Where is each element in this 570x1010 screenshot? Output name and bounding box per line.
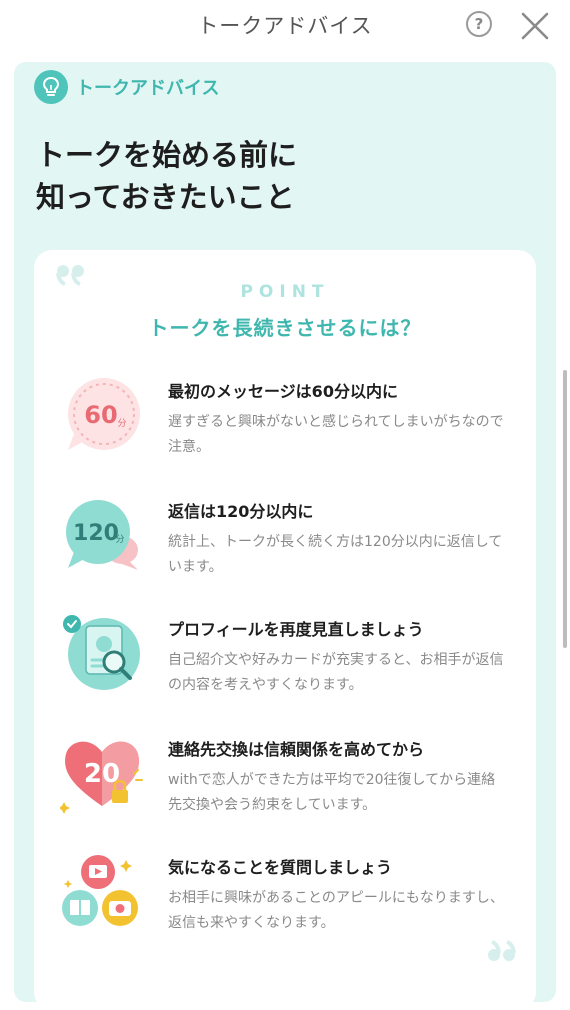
tip-desc: 遅すぎると興味がないと感じられてしまいがちなので注意。 bbox=[168, 414, 504, 455]
chat-bubble-icon: 120 分 bbox=[66, 500, 138, 570]
tip-title: 返信は120分以内に bbox=[168, 502, 314, 521]
close-icon[interactable] bbox=[519, 10, 551, 42]
tips-card: POINT トークを長続きさせるには？ 60 分 最初のメッセージは60分以内に… bbox=[34, 250, 536, 1010]
svg-text:分: 分 bbox=[117, 418, 126, 429]
tip-desc: 統計上、トークが長く続く方は120分以内に返信しています。 bbox=[168, 534, 503, 575]
tip-desc: お相手に興味があることのアピールにもなりますし、返信も来やすくなります。 bbox=[168, 890, 504, 931]
point-label: POINT bbox=[240, 282, 330, 302]
headline: トークを始める前に 知っておきたいこと bbox=[36, 134, 536, 218]
advice-tag: トークアドバイス bbox=[34, 70, 219, 104]
tip-desc: 自己紹介文や好みカードが充実すると、お相手が返信の内容を考えやすくなります。 bbox=[168, 652, 504, 693]
advice-panel: トークアドバイス トークを始める前に 知っておきたいこと POINT トークを長… bbox=[14, 62, 556, 1010]
header-bar: トークアドバイス ? bbox=[0, 0, 570, 52]
tag-label: トークアドバイス bbox=[76, 78, 220, 99]
help-icon[interactable]: ? bbox=[466, 11, 492, 37]
tip-item: 20 連絡先交換は信頼関係を高めてから withで恋人ができた方は平均で20往復… bbox=[34, 732, 536, 832]
heart-lock-icon: 20 bbox=[60, 741, 143, 814]
interests-icon bbox=[62, 855, 138, 926]
badge-60: 60 bbox=[84, 401, 117, 429]
clock-bubble-icon: 60 分 bbox=[68, 378, 140, 450]
tip-item: プロフィールを再度見直しましょう 自己紹介文や好みカードが充実すると、お相手が返… bbox=[34, 612, 536, 712]
headline-line-2: 知っておきたいこと bbox=[36, 180, 295, 214]
tip-desc: withで恋人ができた方は平均で20往復してから連絡先交換や会う約束をしています… bbox=[168, 772, 496, 813]
tip-item: 気になることを質問しましょう お相手に興味があることのアピールにもなりますし、返… bbox=[34, 850, 536, 950]
tip-title: 気になることを質問しましょう bbox=[168, 858, 393, 877]
tip-title: 連絡先交換は信頼関係を高めてから bbox=[168, 740, 425, 759]
svg-text:分: 分 bbox=[115, 534, 124, 545]
headline-line-1: トークを始める前に bbox=[36, 138, 298, 172]
scrollbar[interactable] bbox=[563, 370, 567, 648]
bulb-icon bbox=[34, 70, 68, 104]
card-title: トークを長続きさせるには？ bbox=[148, 316, 422, 340]
profile-search-icon bbox=[63, 615, 140, 690]
tip-item: 60 分 最初のメッセージは60分以内に 遅すぎると興味がないと感じられてしまい… bbox=[34, 374, 536, 474]
quote-icon bbox=[488, 940, 516, 961]
tip-title: 最初のメッセージは60分以内に bbox=[168, 382, 398, 401]
tip-title: プロフィールを再度見直しましょう bbox=[168, 620, 424, 639]
tip-item: 120 分 返信は120分以内に 統計上、トークが長く続く方は120分以内に返信… bbox=[34, 494, 536, 594]
badge-120: 120 bbox=[73, 521, 119, 546]
